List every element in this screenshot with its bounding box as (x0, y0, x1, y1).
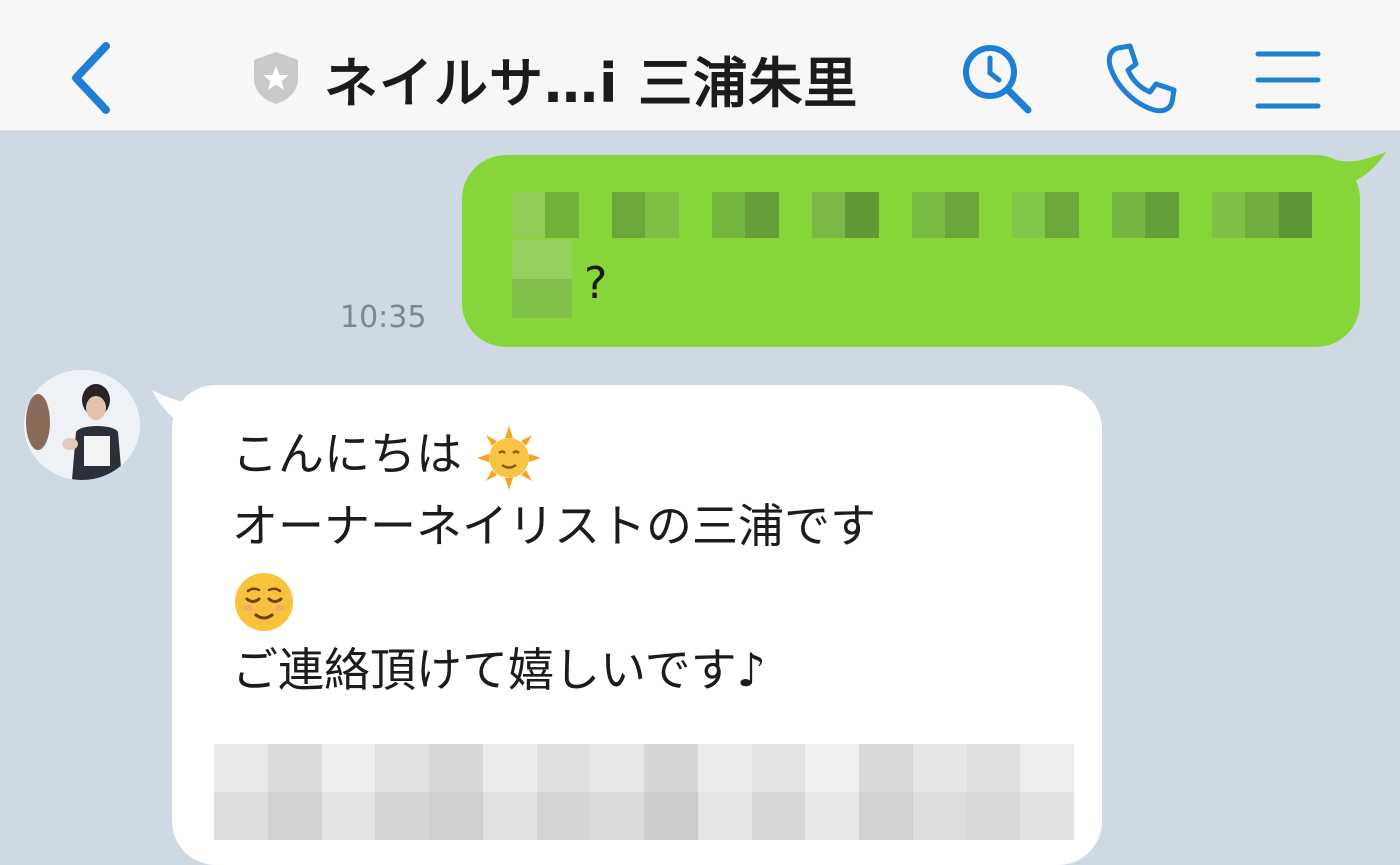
chevron-left-icon (72, 42, 110, 114)
redacted-text-mosaic (512, 192, 1312, 238)
received-line-1: こんにちは (232, 418, 1072, 490)
hamburger-menu-icon (1255, 51, 1321, 109)
clock-search-icon (963, 45, 1032, 114)
menu-button[interactable] (1250, 40, 1326, 116)
back-button[interactable] (62, 38, 122, 118)
received-message-text: こんにちは オーナーネイリストの三浦です ご連絡頂けて嬉しいです♪ (232, 418, 1072, 706)
sun-with-face-emoji (476, 425, 541, 490)
received-line-2: オーナーネイリストの三浦です (232, 499, 876, 553)
chat-title: ネイルサ…i 三浦朱里 (324, 51, 859, 115)
chat-header: ネイルサ…i 三浦朱里 (0, 0, 1400, 131)
relieved-face-emoji (235, 572, 293, 631)
received-line-3 (232, 562, 1072, 634)
shield-star-icon (254, 52, 298, 104)
call-button[interactable] (1104, 40, 1180, 116)
sent-message-bubble[interactable] (462, 155, 1360, 347)
search-button[interactable] (958, 40, 1034, 116)
received-line-4: ご連絡頂けて嬉しいです♪ (232, 643, 766, 697)
profile-photo (24, 370, 140, 480)
sent-message-time: 10:35 (340, 300, 427, 335)
redacted-text-mosaic-line2 (512, 240, 572, 318)
sent-bubble-tail (1330, 152, 1386, 186)
chat-title-area[interactable]: ネイルサ…i 三浦朱里 (250, 38, 858, 118)
avatar[interactable] (24, 370, 140, 480)
phone-icon (1106, 43, 1177, 114)
redacted-block-mosaic (214, 744, 1074, 840)
sent-message-text: ? (584, 258, 608, 309)
